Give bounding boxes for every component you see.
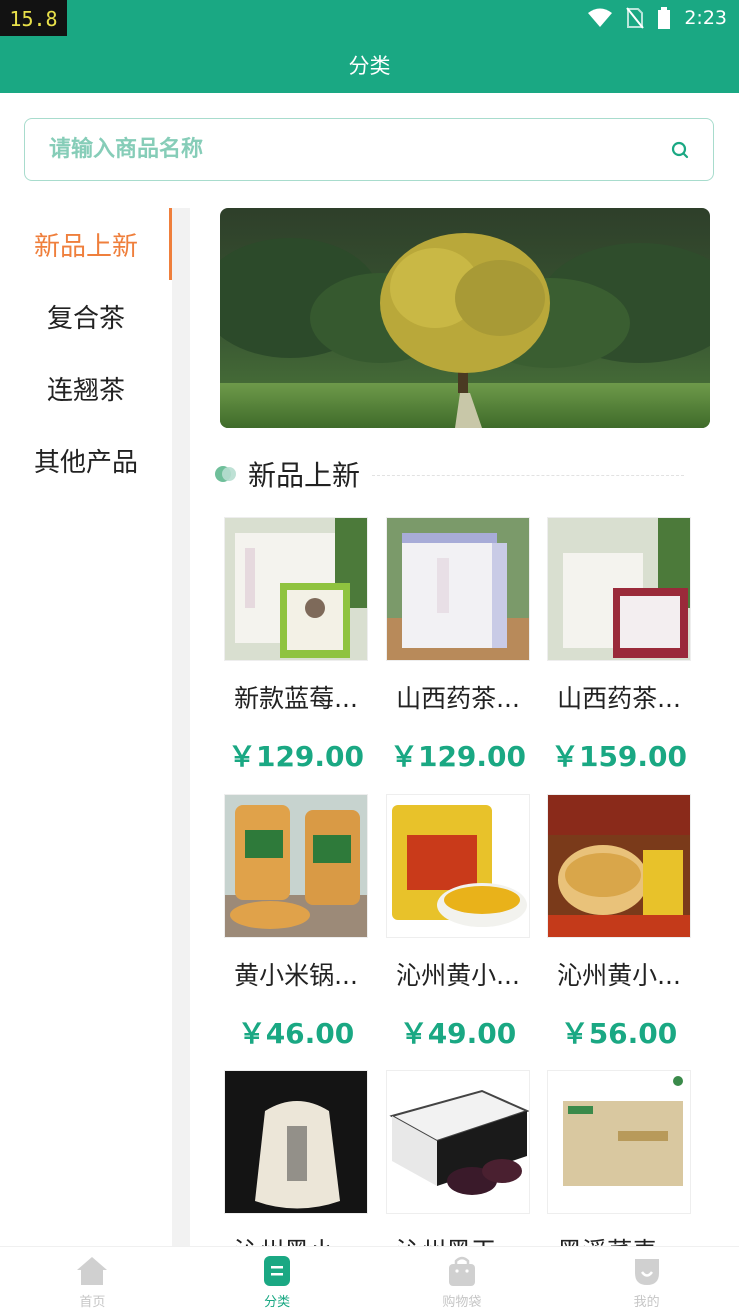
product-card[interactable]: 黑溪荞麦... <box>547 1070 691 1268</box>
home-icon <box>77 1257 108 1285</box>
status-icons: 2:23 <box>588 0 727 36</box>
clock: 2:23 <box>684 7 727 29</box>
tab-shopping-bag[interactable]: 购物袋 <box>370 1247 555 1315</box>
product-price: ￥49.00 <box>399 1017 517 1050</box>
product-image <box>224 517 368 661</box>
product-card[interactable]: 山西药茶... ￥159.00 <box>547 517 691 775</box>
banner-image <box>220 208 710 428</box>
sidebar-divider <box>172 208 190 1248</box>
product-name: 新款蓝莓... <box>234 684 358 713</box>
shopping-bag-icon <box>448 1256 475 1286</box>
product-card[interactable]: 沁州黄小... ￥49.00 <box>386 794 530 1052</box>
tab-label: 分类 <box>264 1295 291 1310</box>
app-bar: 分类 <box>0 36 739 93</box>
tab-category[interactable]: 分类 <box>185 1247 370 1315</box>
product-image <box>386 1070 530 1214</box>
sidebar-item-other[interactable]: 其他产品 <box>0 424 172 496</box>
product-name: 沁州黄小... <box>396 961 520 990</box>
tab-label: 首页 <box>79 1295 106 1310</box>
tab-label: 我的 <box>633 1295 660 1310</box>
product-name: 黄小米锅... <box>234 961 358 990</box>
section-title: 新品上新 <box>248 459 361 492</box>
search-box[interactable] <box>24 118 714 181</box>
bottom-tab-bar: 首页 分类 购物袋 我的 <box>0 1246 739 1315</box>
product-card[interactable]: 新款蓝莓... ￥129.00 <box>224 517 368 775</box>
product-card[interactable]: 沁州黑小... <box>224 1070 368 1268</box>
sidebar-item-label: 复合茶 <box>46 303 125 334</box>
section-dot-icon <box>215 466 236 482</box>
product-name: 山西药茶... <box>557 684 681 713</box>
sidebar-item-label: 新品上新 <box>33 231 138 262</box>
no-sim-icon <box>626 7 645 29</box>
tab-label: 购物袋 <box>442 1295 482 1310</box>
product-name: 沁州黄小... <box>557 961 681 990</box>
status-bar: 15.8 2:23 <box>0 0 739 38</box>
search-input[interactable] <box>47 136 669 163</box>
tab-home[interactable]: 首页 <box>0 1247 185 1315</box>
sidebar-item-new[interactable]: 新品上新 <box>0 208 172 280</box>
product-image <box>547 1070 691 1214</box>
battery-icon <box>658 7 671 29</box>
product-card[interactable]: 黄小米锅... ￥46.00 <box>224 794 368 1052</box>
product-price: ￥46.00 <box>237 1017 355 1050</box>
section-divider <box>372 474 684 476</box>
category-sidebar: 新品上新 复合茶 连翘茶 其他产品 <box>0 208 172 496</box>
product-card[interactable]: 沁州黄小... ￥56.00 <box>547 794 691 1052</box>
product-image <box>224 794 368 938</box>
search-icon[interactable] <box>669 139 691 161</box>
product-image <box>386 517 530 661</box>
fps-counter: 15.8 <box>0 0 67 38</box>
product-image <box>547 794 691 938</box>
section-heading: 新品上新 <box>214 452 684 496</box>
product-image <box>547 517 691 661</box>
product-price: ￥159.00 <box>550 740 688 773</box>
sidebar-item-label: 其他产品 <box>33 447 138 478</box>
page-title: 分类 <box>348 53 391 78</box>
profile-icon <box>634 1259 659 1285</box>
product-price: ￥129.00 <box>389 740 527 773</box>
product-image <box>224 1070 368 1214</box>
sidebar-item-label: 连翘茶 <box>46 375 125 406</box>
product-name: 山西药茶... <box>396 684 520 713</box>
product-price: ￥129.00 <box>227 740 365 773</box>
sidebar-item-compound-tea[interactable]: 复合茶 <box>0 280 172 352</box>
tab-profile[interactable]: 我的 <box>554 1247 739 1315</box>
sidebar-item-forsythia-tea[interactable]: 连翘茶 <box>0 352 172 424</box>
product-image <box>386 794 530 938</box>
product-price: ￥56.00 <box>560 1017 678 1050</box>
wifi-icon <box>588 8 613 27</box>
promo-banner[interactable] <box>220 208 710 428</box>
product-card[interactable]: 山西药茶... ￥129.00 <box>386 517 530 775</box>
product-card[interactable]: 沁州黑玉... <box>386 1070 530 1268</box>
category-icon <box>264 1256 291 1286</box>
